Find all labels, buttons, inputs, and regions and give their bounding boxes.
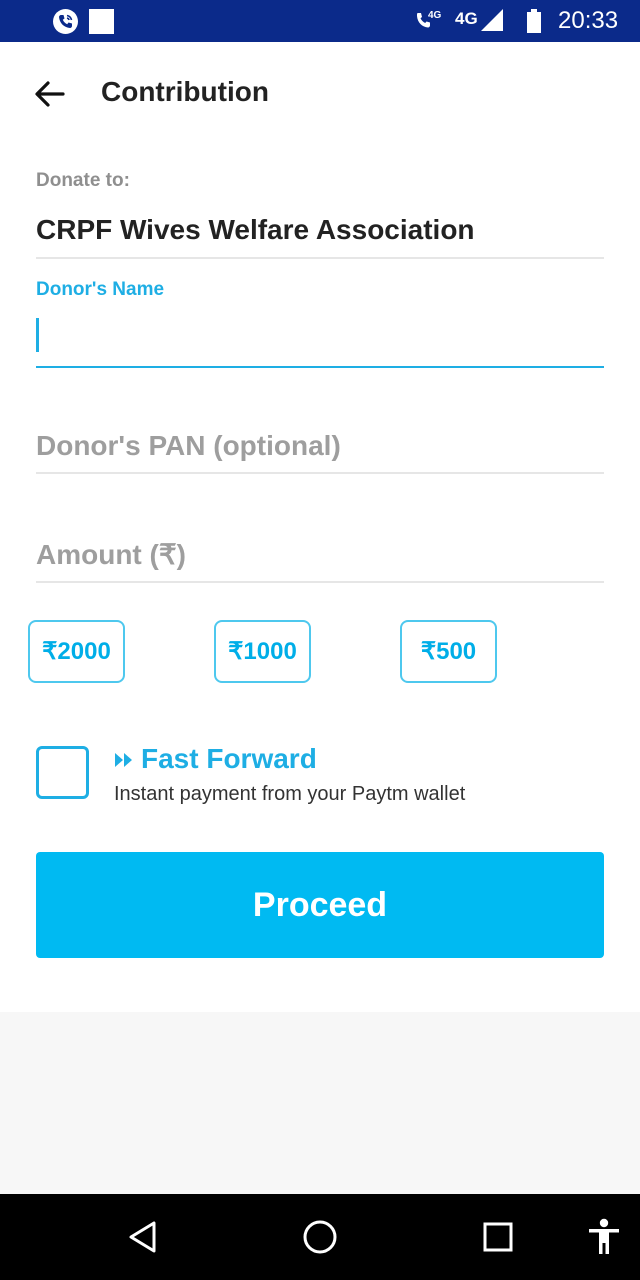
page-title: Contribution	[101, 76, 269, 107]
nav-home-icon[interactable]	[289, 1194, 351, 1280]
accessibility-icon[interactable]	[580, 1194, 628, 1280]
amount-chip-500[interactable]: ₹500	[400, 620, 497, 683]
signal-icon	[481, 9, 503, 31]
nav-recents-icon[interactable]	[467, 1194, 529, 1280]
notification-square-icon	[89, 9, 114, 34]
fast-forward-subtitle: Instant payment from your Paytm wallet	[114, 783, 466, 805]
fast-forward-checkbox[interactable]	[36, 746, 89, 799]
battery-icon	[527, 9, 541, 33]
text-cursor	[36, 318, 39, 352]
amount-chip-2000[interactable]: ₹2000	[28, 620, 125, 683]
fast-forward-icon	[114, 752, 134, 768]
clock: 20:33	[558, 7, 619, 34]
empty-footer-area	[0, 1012, 640, 1194]
status-bar: 4G 4G 20:33	[0, 0, 640, 42]
nav-back-icon[interactable]	[112, 1194, 174, 1280]
donate-to-label: Donate to:	[36, 170, 130, 191]
donor-name-input[interactable]	[36, 306, 604, 368]
donor-name-label: Donor's Name	[36, 279, 165, 300]
donor-pan-input[interactable]	[36, 420, 604, 474]
fast-forward-title: Fast Forward	[141, 743, 317, 774]
proceed-button[interactable]: Proceed	[36, 852, 604, 958]
divider	[36, 257, 604, 259]
wifi-call-icon	[53, 9, 78, 34]
network-type-label: 4G	[455, 9, 478, 28]
svg-text:4G: 4G	[428, 10, 442, 21]
amount-input[interactable]	[36, 529, 604, 583]
navigation-bar	[0, 1194, 640, 1280]
back-arrow-icon[interactable]	[33, 77, 67, 111]
amount-chip-1000[interactable]: ₹1000	[214, 620, 311, 683]
donate-to-value: CRPF Wives Welfare Association	[36, 214, 475, 245]
volte-call-icon: 4G	[415, 8, 445, 34]
